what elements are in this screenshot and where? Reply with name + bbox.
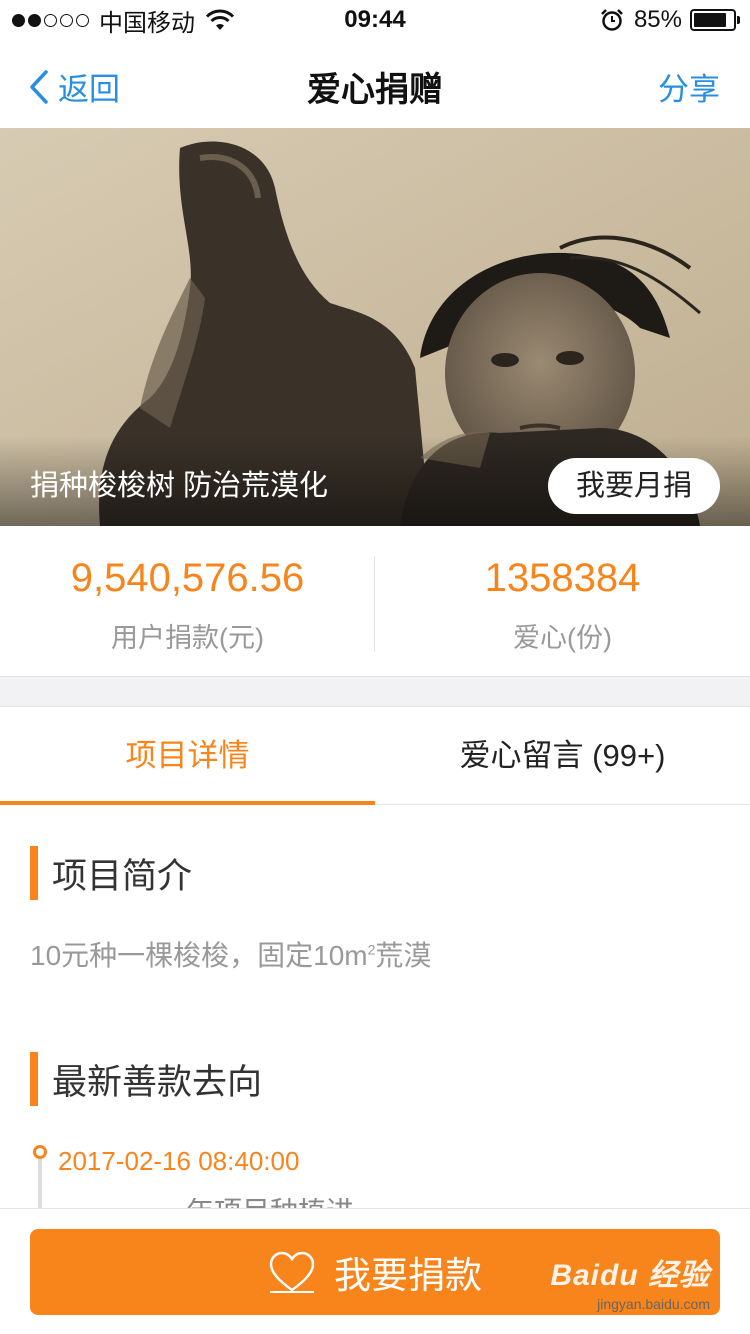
alarm-icon <box>601 9 623 31</box>
section-separator <box>0 676 750 707</box>
tab-bar: 项目详情 爱心留言 (99+) <box>0 707 750 805</box>
donate-label: 我要捐款 <box>334 1255 482 1296</box>
baidu-watermark: Baidu 经验 jingyan.baidu.com <box>550 1250 710 1312</box>
tab-project-details[interactable]: 项目详情 <box>0 707 375 805</box>
watermark-logo: Baidu 经验 <box>550 1259 710 1292</box>
section-title: 最新善款去向 <box>52 1062 263 1102</box>
stat-user-donations: 9,540,576.56 用户捐款(元) <box>0 526 375 676</box>
stat-value: 9,540,576.56 <box>70 556 305 600</box>
stat-label: 爱心(份) <box>513 623 612 653</box>
stat-love-count: 1358384 爱心(份) <box>375 526 750 676</box>
status-right: 85% <box>600 6 740 34</box>
stats-divider <box>374 556 375 652</box>
battery-fill <box>694 13 727 27</box>
timeline-date: 2017-02-16 08:40:00 <box>58 1146 300 1176</box>
watermark-url: jingyan.baidu.com <box>597 1296 710 1312</box>
battery-percent: 85% <box>633 6 682 33</box>
share-button[interactable]: 分享 <box>658 64 720 109</box>
stat-value: 1358384 <box>484 556 641 600</box>
stat-label: 用户捐款(元) <box>111 623 264 653</box>
heart-outline-icon <box>269 1251 315 1293</box>
section-accent-bar <box>30 1052 38 1106</box>
battery-icon <box>690 9 740 31</box>
monthly-donate-button[interactable]: 我要月捐 <box>547 458 720 514</box>
section-intro-header: 项目简介 <box>30 846 192 900</box>
donation-stats: 9,540,576.56 用户捐款(元) 1358384 爱心(份) <box>0 526 750 676</box>
intro-text-main: 10元种一棵梭梭，固定10m <box>30 940 368 971</box>
tab-love-messages[interactable]: 爱心留言 (99+) <box>375 707 750 804</box>
status-bar: 中国移动 09:44 85% <box>0 0 750 40</box>
section-latest-header: 最新善款去向 <box>30 1052 262 1106</box>
project-caption: 捐种梭梭树 防治荒漠化 <box>30 470 329 502</box>
navigation-bar: 返回 爱心捐赠 分享 <box>0 40 750 128</box>
page-title: 爱心捐赠 <box>307 71 443 109</box>
section-title: 项目简介 <box>52 856 193 896</box>
intro-text-end: 荒漠 <box>375 940 432 971</box>
timeline-dot-icon <box>33 1145 47 1159</box>
section-accent-bar <box>30 846 38 900</box>
project-intro-text: 10元种一棵梭梭，固定10m2荒漠 <box>30 934 431 974</box>
hero-banner: 捐种梭梭树 防治荒漠化 我要月捐 <box>0 128 750 526</box>
